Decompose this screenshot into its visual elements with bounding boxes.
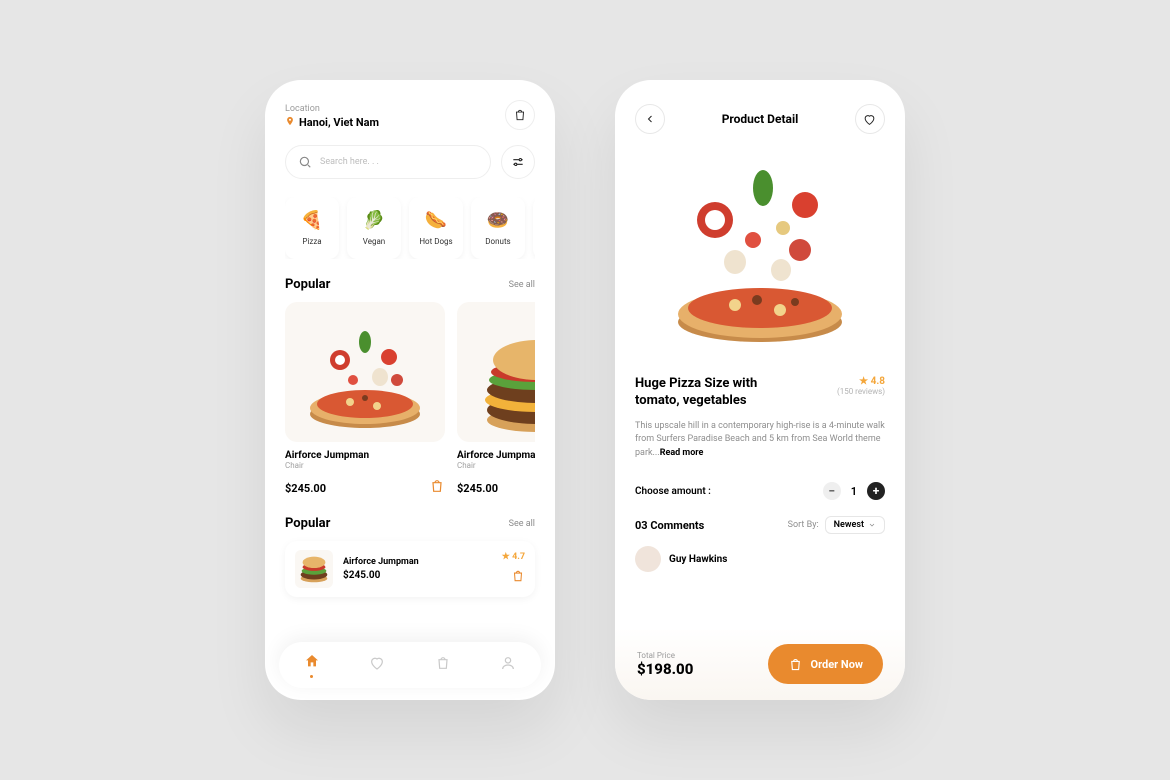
- minus-button[interactable]: −: [823, 482, 841, 500]
- heart-icon: [369, 655, 385, 671]
- section-popular-title: Popular: [285, 277, 330, 292]
- search-placeholder: Search here. . .: [320, 157, 379, 167]
- location-value: Hanoi, Viet Nam: [299, 116, 379, 129]
- pin-icon: [285, 116, 295, 129]
- product-image: [285, 302, 445, 442]
- user-icon: [500, 655, 516, 671]
- location-label: Location: [285, 104, 535, 114]
- product-card[interactable]: Airforce Jumpman Chair $245.00: [285, 302, 445, 498]
- read-more-link[interactable]: Read more: [660, 448, 704, 458]
- donut-icon: 🍩: [487, 210, 509, 231]
- bag-button[interactable]: [505, 100, 535, 130]
- category-hotdogs[interactable]: 🌭Hot Dogs: [409, 197, 463, 259]
- amount-value: 1: [851, 485, 857, 498]
- product-hero-image: [635, 140, 885, 370]
- bag-icon: [788, 657, 803, 672]
- plus-button[interactable]: +: [867, 482, 885, 500]
- product-description: This upscale hill in a contemporary high…: [635, 420, 885, 461]
- search-icon: [298, 155, 312, 169]
- chevron-down-icon: [868, 521, 876, 529]
- see-all-link-2[interactable]: See all: [509, 519, 535, 529]
- category-salad[interactable]: 🥗Sa: [533, 197, 535, 259]
- category-donuts[interactable]: 🍩Donuts: [471, 197, 525, 259]
- commenter-name: Guy Hawkins: [669, 554, 727, 565]
- sort-label: Sort By:: [788, 520, 819, 530]
- amount-label: Choose amount :: [635, 486, 711, 497]
- tab-bar: [279, 642, 541, 688]
- price: $245.00: [285, 482, 326, 495]
- category-list: 🍕Pizza 🥬Vegan 🌭Hot Dogs 🍩Donuts 🥗Sa: [285, 197, 535, 259]
- list-thumb: [295, 550, 333, 588]
- price: $245.00: [457, 482, 498, 495]
- avatar: [635, 546, 661, 572]
- bag-icon: [435, 655, 451, 671]
- tab-profile[interactable]: [500, 655, 516, 675]
- sliders-icon: [511, 155, 525, 169]
- tab-cart[interactable]: [435, 655, 451, 675]
- total-price-label: Total Price: [637, 651, 693, 660]
- comments-count: 03 Comments: [635, 519, 704, 532]
- add-bag-icon[interactable]: [502, 568, 525, 587]
- product-card[interactable]: Airforce Jumpman Chair $245.00: [457, 302, 535, 498]
- section-popular-title-2: Popular: [285, 516, 330, 531]
- category-pizza[interactable]: 🍕Pizza: [285, 197, 339, 259]
- see-all-link[interactable]: See all: [509, 280, 535, 290]
- total-price-value: $198.00: [637, 660, 693, 678]
- tab-favorites[interactable]: [369, 655, 385, 675]
- bag-icon: [513, 108, 527, 122]
- list-item[interactable]: Airforce Jumpman $245.00 ★ 4.7: [285, 541, 535, 597]
- chevron-left-icon: [644, 113, 656, 125]
- rating: ★ 4.8: [837, 376, 885, 387]
- pizza-icon: 🍕: [301, 210, 323, 231]
- quantity-stepper: − 1 +: [823, 482, 885, 500]
- location-row[interactable]: Hanoi, Viet Nam: [285, 116, 535, 129]
- order-now-button[interactable]: Order Now: [768, 644, 883, 684]
- heart-icon: [863, 113, 876, 126]
- back-button[interactable]: [635, 104, 665, 134]
- product-name: Huge Pizza Size with tomato, vegetables: [635, 376, 805, 410]
- category-vegan[interactable]: 🥬Vegan: [347, 197, 401, 259]
- product-image: [457, 302, 535, 442]
- tab-home[interactable]: [304, 653, 320, 678]
- review-count: (150 reviews): [837, 387, 885, 396]
- hotdog-icon: 🌭: [425, 210, 447, 231]
- home-icon: [304, 655, 320, 673]
- search-input[interactable]: Search here. . .: [285, 145, 491, 179]
- sort-select[interactable]: Newest: [825, 516, 885, 534]
- checkout-bar: Total Price $198.00 Order Now: [615, 628, 905, 700]
- filter-button[interactable]: [501, 145, 535, 179]
- rating: ★ 4.7: [502, 552, 525, 562]
- leaf-icon: 🥬: [363, 210, 385, 231]
- page-title: Product Detail: [722, 112, 799, 126]
- add-bag-icon[interactable]: [429, 478, 445, 498]
- favorite-button[interactable]: [855, 104, 885, 134]
- comment-item[interactable]: Guy Hawkins: [635, 546, 885, 572]
